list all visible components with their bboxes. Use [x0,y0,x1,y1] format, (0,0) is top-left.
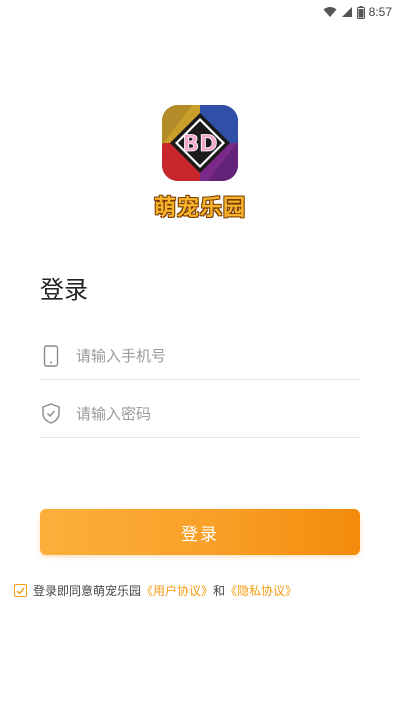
shield-icon [40,402,62,426]
app-logo: BD [162,105,238,181]
user-agreement-link[interactable]: 《用户协议》 [141,582,213,599]
page-title: 登录 [40,276,88,304]
privacy-agreement-link[interactable]: 《隐私协议》 [225,582,297,599]
app-name: 萌宠乐园 [153,196,246,221]
agreement-conjunction: 和 [213,584,226,598]
check-icon [16,587,25,595]
login-screen: 8:57 BD 萌宠乐园 登录 请输入手机号 登录 登录即同意萌宠乐园 《用户协… [0,0,400,711]
login-button[interactable]: 登录 [40,509,360,555]
phone-field [40,332,360,380]
status-bar: 8:57 [0,0,400,24]
signal-icon [341,6,353,18]
password-input[interactable] [76,404,336,423]
phone-input[interactable] [76,346,336,365]
wifi-icon [323,6,337,18]
password-field [40,390,360,438]
phone-icon [40,344,62,368]
logo-text: BD [182,132,217,157]
status-time: 8:57 [368,5,392,19]
agreement-row: 登录即同意萌宠乐园 《用户协议》 和 《隐私协议》 [14,582,394,599]
agreement-checkbox[interactable] [14,584,27,597]
agreement-text: 登录即同意萌宠乐园 [33,584,142,598]
battery-icon [356,5,365,19]
